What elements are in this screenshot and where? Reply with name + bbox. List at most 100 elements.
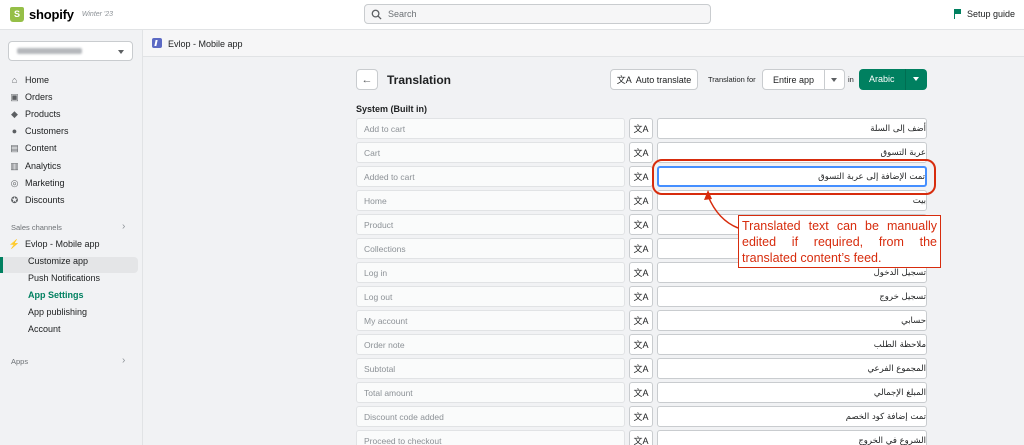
translate-icon: 文A <box>633 436 649 445</box>
translate-icon: 文A <box>633 196 649 206</box>
source-field: Log in <box>356 262 625 283</box>
language-value: Arabic <box>869 74 895 84</box>
select-divider <box>905 69 906 90</box>
sidebar-item-marketing[interactable]: ◎ Marketing <box>10 176 65 190</box>
translation-input[interactable]: المجموع الفرعي <box>657 358 927 379</box>
page-title: Translation <box>387 73 452 87</box>
sidebar-subitem-push-notifications[interactable]: Push Notifications <box>28 271 100 285</box>
sidebar-subitem-app-publishing[interactable]: App publishing <box>28 305 87 319</box>
annotation-note: Translated text can be manually edited i… <box>738 215 941 268</box>
store-name-redacted <box>17 48 82 54</box>
sidebar-item-analytics[interactable]: ▥ Analytics <box>10 159 61 173</box>
translate-icon: 文A <box>633 364 649 374</box>
sidebar-item-products[interactable]: ◆ Products <box>10 107 61 121</box>
translate-icon: 文A <box>633 244 649 254</box>
translate-row-button[interactable]: 文A <box>629 142 653 163</box>
shopify-logo[interactable]: shopify Winter '23 <box>10 7 113 22</box>
translate-row-button[interactable]: 文A <box>629 406 653 427</box>
translate-icon: 文A <box>616 75 632 85</box>
source-field: Discount code added <box>356 406 625 427</box>
source-field: My account <box>356 310 625 331</box>
home-icon: ⌂ <box>11 75 18 85</box>
language-select[interactable]: Arabic <box>859 69 927 90</box>
active-item-indicator <box>0 257 3 273</box>
person-icon: ● <box>11 126 18 136</box>
translate-icon: 文A <box>633 412 649 422</box>
translation-input[interactable]: المبلغ الإجمالي <box>657 382 927 403</box>
chevron-down-icon <box>831 78 837 82</box>
chevron-down-icon <box>913 77 919 81</box>
flag-icon <box>953 9 962 19</box>
sidebar-item-label: Customers <box>25 126 69 136</box>
source-field: Added to cart <box>356 166 625 187</box>
translate-row-button[interactable]: 文A <box>629 358 653 379</box>
translate-icon: 文A <box>633 316 649 326</box>
translation-input[interactable]: الشروع في الخروج <box>657 430 927 445</box>
translate-icon: 文A <box>633 268 649 278</box>
source-field: Product <box>356 214 625 235</box>
content-icon: ▤ <box>10 142 19 153</box>
search-icon <box>371 9 382 20</box>
sidebar-subitem-app-settings[interactable]: App Settings <box>28 288 84 302</box>
section-title: System (Built in) <box>356 104 428 114</box>
chevron-right-icon[interactable]: › <box>122 221 125 232</box>
translation-input[interactable]: حسابي <box>657 310 927 331</box>
translate-row-button[interactable]: 文A <box>629 286 653 307</box>
source-field: Subtotal <box>356 358 625 379</box>
auto-translate-label: Auto translate <box>635 74 692 85</box>
translate-icon: 文A <box>633 124 649 134</box>
source-field: Total amount <box>356 382 625 403</box>
translation-row: Log out 文A تسجيل خروج <box>356 286 927 307</box>
sidebar-item-label: Discounts <box>25 195 65 205</box>
translation-for-label: Translation for <box>708 75 756 84</box>
translate-row-button[interactable]: 文A <box>629 190 653 211</box>
arrow-left-icon: ← <box>361 73 373 86</box>
sidebar-item-label: Products <box>25 109 61 119</box>
sidebar-item-customers[interactable]: ● Customers <box>10 124 69 138</box>
source-field: Proceed to checkout <box>356 430 625 445</box>
translation-input[interactable]: تسجيل خروج <box>657 286 927 307</box>
translation-input[interactable]: ملاحظة الطلب <box>657 334 927 355</box>
translate-row-button[interactable]: 文A <box>629 430 653 445</box>
sidebar-subitem-customize-app[interactable]: Customize app <box>28 254 88 268</box>
source-field: Add to cart <box>356 118 625 139</box>
translate-row-button[interactable]: 文A <box>629 334 653 355</box>
translate-row-button[interactable]: 文A <box>629 166 653 187</box>
select-divider <box>824 70 825 89</box>
sidebar-item-label: Content <box>25 143 57 153</box>
back-button[interactable]: ← <box>356 69 378 90</box>
search-input[interactable]: Search <box>364 4 711 24</box>
setup-guide-link[interactable]: Setup guide <box>953 9 1015 19</box>
scope-select[interactable]: Entire app <box>762 69 845 90</box>
translate-icon: 文A <box>633 220 649 230</box>
sidebar-item-discounts[interactable]: ✪ Discounts <box>10 193 65 207</box>
sidebar-item-orders[interactable]: ▣ Orders <box>10 90 52 104</box>
edition-label: Winter '23 <box>81 11 114 18</box>
translate-row-button[interactable]: 文A <box>629 214 653 235</box>
auto-translate-button[interactable]: 文A Auto translate <box>610 69 698 90</box>
source-field: Log out <box>356 286 625 307</box>
chevron-right-icon[interactable]: › <box>122 355 125 366</box>
sidebar-item-home[interactable]: ⌂ Home <box>10 73 49 87</box>
translation-input[interactable]: تمت إضافة كود الخصم <box>657 406 927 427</box>
sidebar-subitem-account[interactable]: Account <box>28 322 61 336</box>
translate-row-button[interactable]: 文A <box>629 262 653 283</box>
translate-row-button[interactable]: 文A <box>629 382 653 403</box>
source-field: Collections <box>356 238 625 259</box>
app-name: Evlop - Mobile app <box>168 39 243 49</box>
sidebar-item-evlop[interactable]: ⚡ Evlop - Mobile app <box>9 237 100 251</box>
translate-icon: 文A <box>633 292 649 302</box>
discount-icon: ✪ <box>10 194 19 205</box>
store-selector[interactable] <box>8 41 133 61</box>
translation-row: Discount code added 文A تمت إضافة كود الخ… <box>356 406 927 427</box>
translate-row-button[interactable]: 文A <box>629 238 653 259</box>
translate-icon: 文A <box>633 172 649 182</box>
sidebar-item-content[interactable]: ▤ Content <box>10 141 57 155</box>
translate-row-button[interactable]: 文A <box>629 118 653 139</box>
translate-icon: 文A <box>633 388 649 398</box>
marketing-icon: ◎ <box>10 177 19 188</box>
sales-channels-header: Sales channels <box>11 223 62 232</box>
translate-row-button[interactable]: 文A <box>629 310 653 331</box>
source-field: Home <box>356 190 625 211</box>
translation-input[interactable]: أضف إلى السلة <box>657 118 927 139</box>
